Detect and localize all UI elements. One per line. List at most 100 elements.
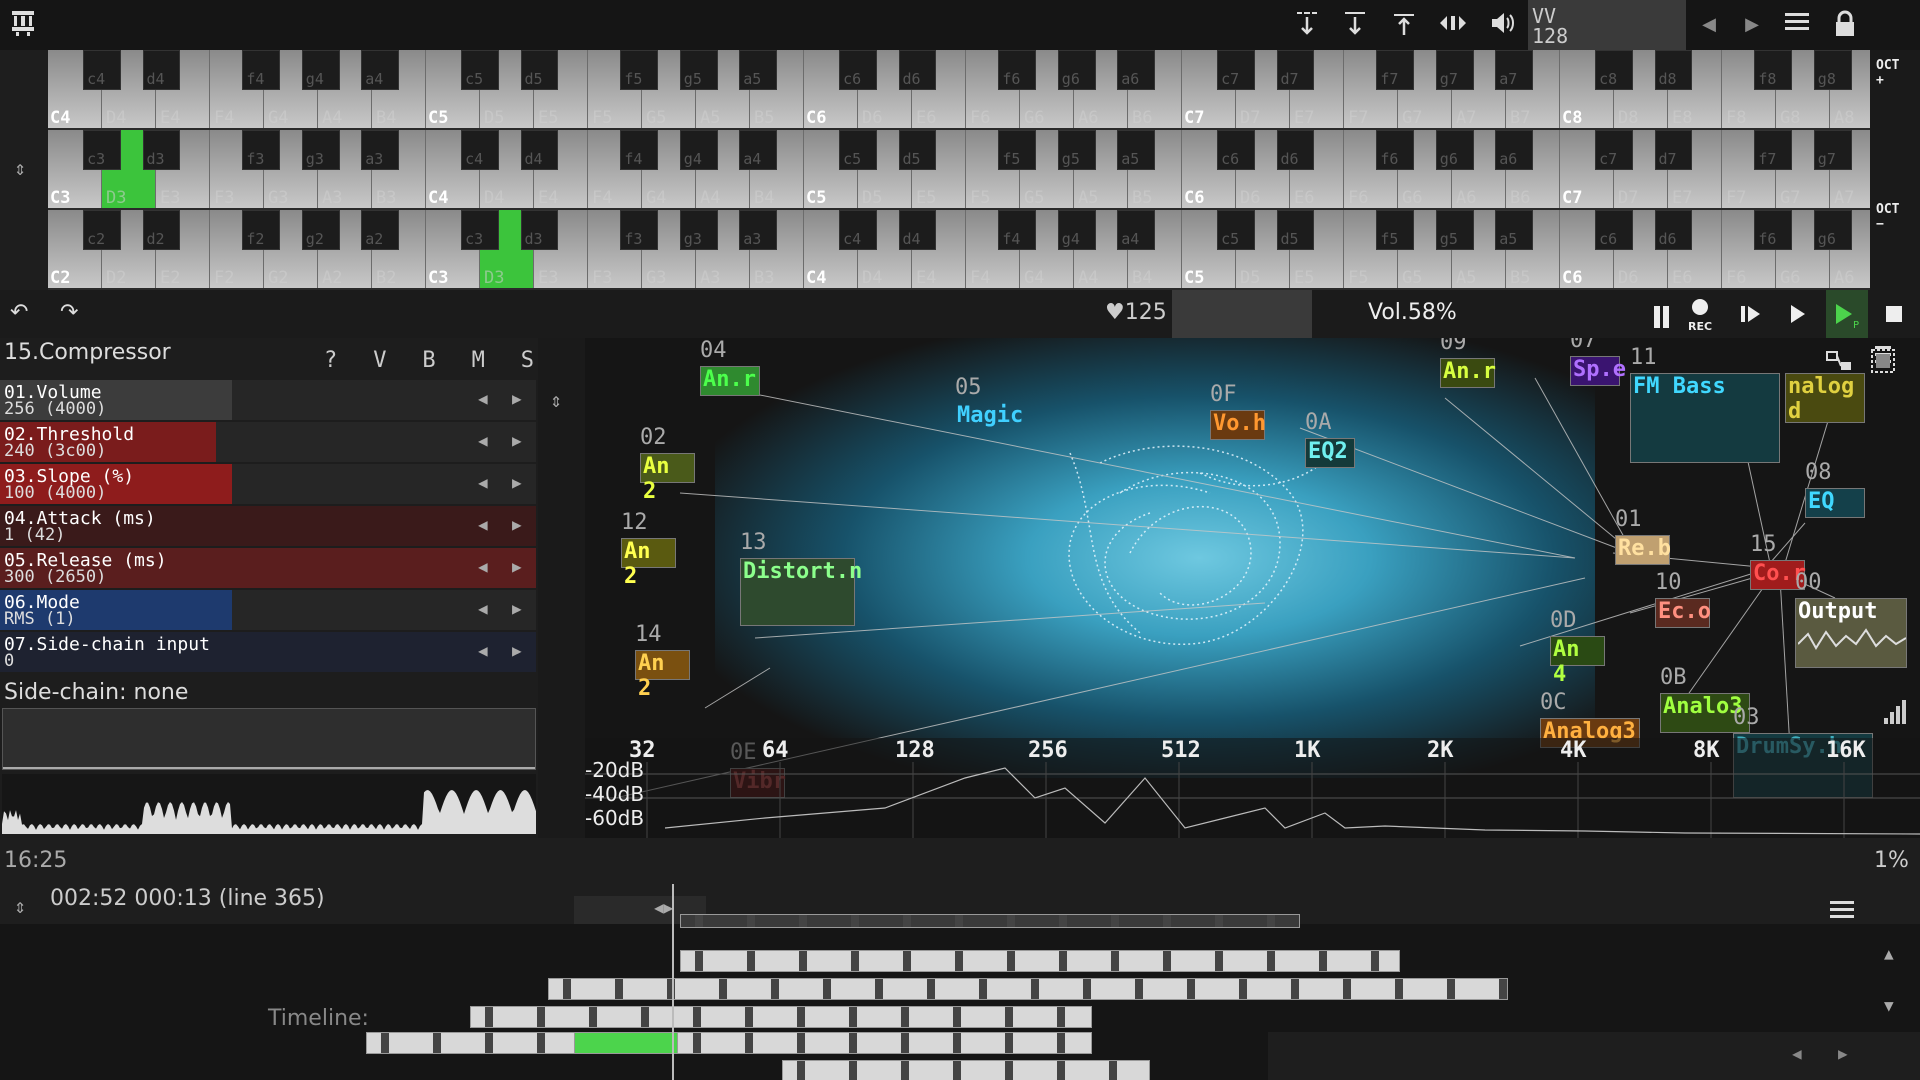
graph-node[interactable]: EQ (1805, 488, 1865, 518)
panel-divider[interactable]: ⇕ (540, 338, 584, 838)
black-key[interactable]: c5 (1217, 210, 1255, 250)
menu-icon[interactable] (1780, 10, 1814, 40)
volume-display[interactable]: Vol.58% (1368, 300, 1457, 325)
black-key[interactable]: a4 (739, 130, 777, 170)
black-key[interactable]: c6 (839, 50, 877, 90)
arrow-down-line-icon[interactable] (1338, 10, 1372, 40)
black-key[interactable]: f6 (1376, 130, 1415, 170)
arrows-horizontal-icon[interactable] (1436, 10, 1470, 40)
param-row[interactable]: 04.Attack (ms) 1 (42) ◀ ▶ (0, 506, 536, 546)
black-key[interactable]: d3 (520, 210, 559, 250)
graph-node[interactable]: An 4 (1550, 636, 1605, 687)
param-increase-icon[interactable]: ▶ (512, 642, 522, 659)
graph-node[interactable]: An 2 (635, 650, 690, 701)
param-row[interactable]: 05.Release (ms) 300 (2650) ◀ ▶ (0, 548, 536, 588)
param-decrease-icon[interactable]: ◀ (478, 516, 488, 533)
black-key[interactable]: g5 (1435, 210, 1474, 250)
black-key[interactable]: c3 (461, 210, 499, 250)
black-key[interactable]: d6 (898, 50, 937, 90)
redo-icon[interactable]: ↷ (60, 300, 78, 325)
graph-node[interactable]: Vo.h (1210, 410, 1266, 440)
velocity-display[interactable]: VV 128 (1528, 0, 1686, 50)
black-key[interactable]: g6 (1057, 50, 1096, 90)
black-key[interactable]: g4 (1057, 210, 1096, 250)
black-key[interactable]: d4 (520, 130, 559, 170)
param-row[interactable]: 03.Slope (%) 100 (4000) ◀ ▶ (0, 464, 536, 504)
black-key[interactable]: d6 (1654, 210, 1693, 250)
black-key[interactable]: f4 (242, 50, 281, 90)
undo-icon[interactable]: ↶ (10, 300, 28, 325)
black-key[interactable]: a5 (1117, 130, 1155, 170)
black-key[interactable]: f7 (1376, 50, 1415, 90)
black-key[interactable]: a5 (1495, 210, 1533, 250)
playhead[interactable] (672, 884, 674, 1080)
lock-icon[interactable] (1828, 10, 1862, 40)
graph-node[interactable]: Re.b (1615, 535, 1671, 565)
black-key[interactable]: d4 (898, 210, 937, 250)
black-key[interactable]: f4 (620, 130, 659, 170)
black-key[interactable]: g3 (679, 210, 718, 250)
black-key[interactable]: g5 (1057, 130, 1096, 170)
black-key[interactable]: f8 (1754, 50, 1793, 90)
black-key[interactable]: c3 (83, 130, 121, 170)
param-increase-icon[interactable]: ▶ (512, 474, 522, 491)
graph-node[interactable]: Output (1795, 598, 1907, 668)
play-from-start-icon[interactable] (1738, 302, 1762, 330)
black-key[interactable]: g4 (679, 130, 718, 170)
timeline-menu-icon[interactable] (1830, 898, 1854, 924)
black-key[interactable]: g8 (1813, 50, 1852, 90)
black-key[interactable]: d7 (1654, 130, 1693, 170)
black-key[interactable]: d2 (142, 210, 181, 250)
black-key[interactable]: c2 (83, 210, 121, 250)
black-key[interactable]: c7 (1217, 50, 1255, 90)
graph-node[interactable]: An.r (1440, 358, 1496, 388)
black-key[interactable]: f5 (620, 50, 659, 90)
flag-solo[interactable]: S (521, 348, 534, 373)
sunvox-logo-icon[interactable] (6, 8, 40, 38)
graph-node[interactable]: Magic (955, 403, 1025, 428)
param-increase-icon[interactable]: ▶ (512, 516, 522, 533)
black-key[interactable]: f5 (998, 130, 1037, 170)
resize-vertical-icon[interactable]: ⇕ (550, 388, 562, 412)
scroll-up-icon[interactable]: ▲ (1884, 944, 1894, 963)
black-key[interactable]: c4 (83, 50, 121, 90)
black-key[interactable]: f7 (1754, 130, 1793, 170)
black-key[interactable]: c8 (1595, 50, 1633, 90)
chevron-left-icon[interactable]: ◀ (1692, 10, 1726, 40)
param-decrease-icon[interactable]: ◀ (478, 558, 488, 575)
param-decrease-icon[interactable]: ◀ (478, 474, 488, 491)
param-increase-icon[interactable]: ▶ (512, 390, 522, 407)
param-row[interactable]: 01.Volume 256 (4000) ◀ ▶ (0, 380, 536, 420)
scroll-down-icon[interactable]: ▼ (1884, 996, 1894, 1015)
black-key[interactable]: d8 (1654, 50, 1693, 90)
graph-node[interactable]: FM Bass (1630, 373, 1780, 463)
black-key[interactable]: d5 (520, 50, 559, 90)
level-meter-icon[interactable] (1882, 698, 1912, 730)
speaker-icon[interactable] (1486, 10, 1520, 40)
black-key[interactable]: c7 (1595, 130, 1633, 170)
record-button[interactable]: REC (1686, 298, 1714, 333)
black-key[interactable]: a6 (1117, 50, 1155, 90)
black-key[interactable]: c5 (461, 50, 499, 90)
graph-select-icon[interactable] (1870, 348, 1896, 378)
black-key[interactable]: d6 (1276, 130, 1315, 170)
param-decrease-icon[interactable]: ◀ (478, 390, 488, 407)
octave-down-button[interactable]: OCT − (1876, 202, 1899, 232)
black-key[interactable]: g6 (1435, 130, 1474, 170)
black-key[interactable]: a4 (361, 50, 399, 90)
black-key[interactable]: a5 (739, 50, 777, 90)
cursor-marker-icon[interactable]: ◀▶ (654, 898, 673, 917)
pause-icon[interactable] (1652, 302, 1672, 328)
black-key[interactable]: c4 (839, 210, 877, 250)
zoom-display[interactable]: 1% (1874, 848, 1909, 873)
pattern-block[interactable] (680, 950, 1400, 972)
black-key[interactable]: c6 (1595, 210, 1633, 250)
graph-node[interactable]: nalog d (1785, 373, 1865, 424)
graph-node[interactable]: Distort.n (740, 558, 862, 626)
bpm-display[interactable]: ♥125 (1105, 300, 1167, 325)
param-row[interactable]: 07.Side-chain input 0 ◀ ▶ (0, 632, 536, 672)
graph-node[interactable]: EQ2 (1305, 438, 1355, 468)
black-key[interactable]: d3 (142, 130, 181, 170)
graph-node[interactable]: An 2 (640, 453, 695, 504)
black-key[interactable]: f3 (242, 130, 281, 170)
